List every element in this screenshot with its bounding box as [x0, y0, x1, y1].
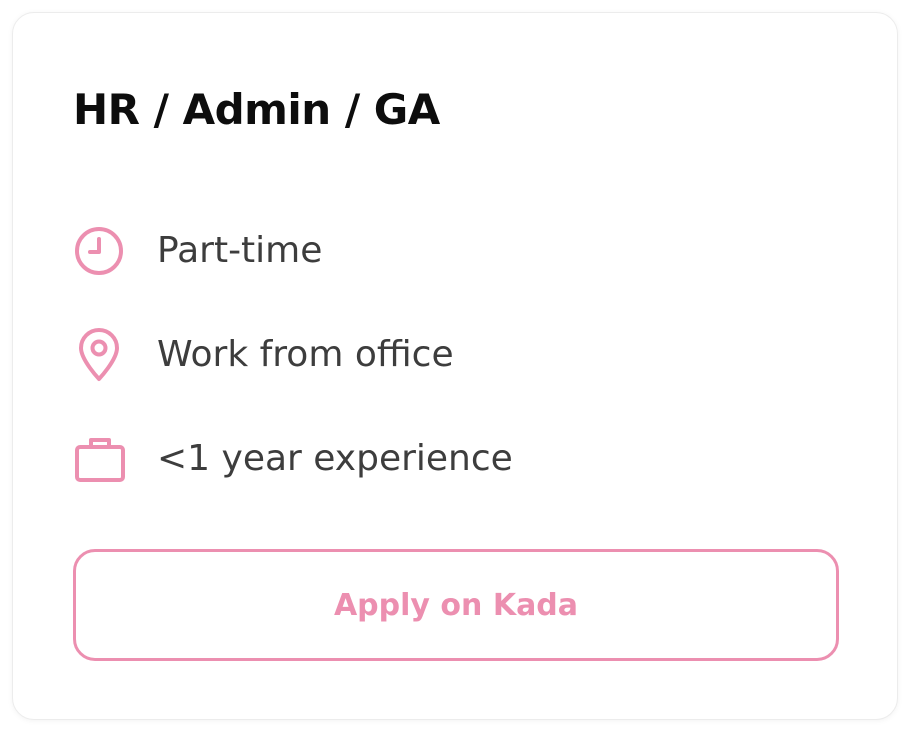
experience-label: <1 year experience [157, 438, 513, 479]
work-location-label: Work from office [157, 334, 454, 375]
location-pin-icon [73, 327, 133, 383]
briefcase-icon [73, 431, 133, 487]
detail-experience: <1 year experience [73, 431, 513, 487]
employment-type-label: Part-time [157, 230, 323, 271]
apply-on-kada-button[interactable]: Apply on Kada [73, 549, 839, 661]
apply-button-label: Apply on Kada [333, 587, 579, 623]
job-card: HR / Admin / GA Part-time Work from offi… [12, 12, 898, 720]
job-title: HR / Admin / GA [73, 85, 440, 134]
clock-icon [73, 223, 133, 279]
detail-work-location: Work from office [73, 327, 454, 383]
detail-employment-type: Part-time [73, 223, 322, 279]
